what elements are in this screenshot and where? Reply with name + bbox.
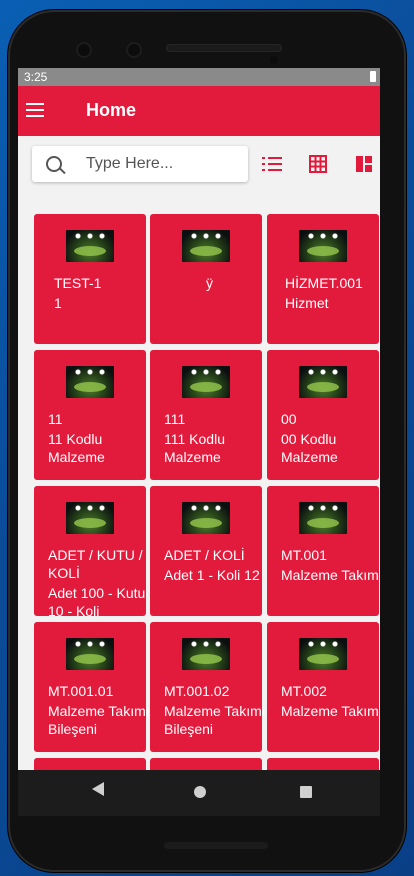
page-title: Home <box>86 100 137 120</box>
item-code: ADET / KUTU / KOLİ <box>48 547 143 581</box>
stadium-thumbnail <box>299 230 347 262</box>
item-card[interactable]: MT.001 Malzeme Takımı <box>267 486 380 616</box>
search-input[interactable] <box>84 152 238 176</box>
recent-apps-icon[interactable] <box>300 786 312 798</box>
bottom-speaker <box>164 842 268 849</box>
app-screen: 3:25 Home TEST-11ÿHİZMET.001Hizm <box>18 68 380 770</box>
item-card[interactable]: MT.002 Malzeme Takımı <box>267 622 380 752</box>
front-camera-icon <box>76 42 92 58</box>
item-code: ÿ <box>206 275 213 291</box>
item-card-partial[interactable] <box>267 758 379 770</box>
item-card[interactable]: MT.001.02 Malzeme Takımı Bileşeni <box>150 622 266 752</box>
item-card-partial[interactable] <box>34 758 146 770</box>
item-description: Malzeme Takımı <box>281 703 380 719</box>
item-description: 111 Kodlu Malzeme <box>164 431 225 465</box>
stadium-thumbnail <box>66 230 114 262</box>
item-code: MT.001.01 <box>48 683 114 699</box>
back-icon[interactable] <box>92 782 104 796</box>
item-code: 111 <box>164 411 186 427</box>
item-code: 00 <box>281 411 297 427</box>
item-card[interactable]: HİZMET.001 Hizmet <box>267 214 379 344</box>
item-card[interactable]: 111 111 Kodlu Malzeme <box>150 350 262 480</box>
status-bar: 3:25 <box>18 68 380 86</box>
item-code: MT.001.02 <box>164 683 230 699</box>
item-card[interactable]: ADET / KOLİ Adet 1 - Koli 12 <box>150 486 262 616</box>
item-description: Malzeme Takımı Bileşeni <box>48 703 150 737</box>
item-description: Adet 100 - Kutu 10 - Koli <box>48 585 146 619</box>
stadium-thumbnail <box>182 502 230 534</box>
status-time: 3:25 <box>24 70 48 84</box>
search-toolbar <box>18 136 380 192</box>
item-code: HİZMET.001 <box>285 275 363 291</box>
dashboard-view-icon[interactable] <box>354 154 374 174</box>
item-description: 00 Kodlu Malzeme <box>281 431 338 465</box>
stadium-thumbnail <box>182 230 230 262</box>
system-nav-bar <box>18 770 380 816</box>
item-card[interactable]: TEST-1 1 <box>34 214 146 344</box>
item-code: TEST-1 <box>54 275 102 291</box>
item-code: MT.002 <box>281 683 327 699</box>
item-description: Malzeme Takımı <box>281 567 380 583</box>
stadium-thumbnail <box>299 638 347 670</box>
item-description: Adet 1 - Koli 12 <box>164 567 260 583</box>
item-card[interactable]: MT.001.01 Malzeme Takımı Bileşeni <box>34 622 150 752</box>
grid-view-icon[interactable] <box>308 154 328 174</box>
menu-icon[interactable] <box>26 103 44 117</box>
list-view-icon[interactable] <box>262 154 282 174</box>
stadium-thumbnail <box>299 502 347 534</box>
item-description: Malzeme Takımı Bileşeni <box>164 703 266 737</box>
battery-icon <box>370 71 376 82</box>
app-bar: Home <box>18 86 380 136</box>
item-card[interactable]: 00 00 Kodlu Malzeme <box>267 350 379 480</box>
item-code: 11 <box>48 411 63 427</box>
home-icon[interactable] <box>194 786 206 798</box>
search-box[interactable] <box>32 146 248 182</box>
stadium-thumbnail <box>66 502 114 534</box>
earpiece-speaker <box>166 44 282 52</box>
item-code: ADET / KOLİ <box>164 547 245 563</box>
stadium-thumbnail <box>299 366 347 398</box>
stadium-thumbnail <box>182 366 230 398</box>
item-code: MT.001 <box>281 547 327 563</box>
sensor-icon <box>126 42 142 58</box>
item-card[interactable]: 11 11 Kodlu Malzeme <box>34 350 146 480</box>
stadium-thumbnail <box>182 638 230 670</box>
item-card[interactable]: ÿ <box>150 214 262 344</box>
item-description: Hizmet <box>285 295 329 311</box>
search-icon <box>46 156 62 172</box>
proximity-sensor <box>270 56 278 64</box>
item-card-partial[interactable] <box>150 758 262 770</box>
item-card[interactable]: ADET / KUTU / KOLİ Adet 100 - Kutu 10 - K… <box>34 486 146 619</box>
stadium-thumbnail <box>66 366 114 398</box>
stadium-thumbnail <box>66 638 114 670</box>
item-description: 11 Kodlu Malzeme <box>48 431 105 465</box>
item-description: 1 <box>54 295 62 311</box>
